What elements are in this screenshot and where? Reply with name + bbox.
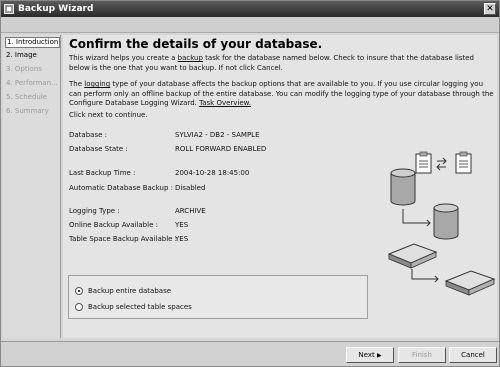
backup-database-icon	[433, 203, 459, 240]
step-summary: 6. Summary	[6, 107, 49, 115]
database-value: SYLVIA2 - DB2 - SAMPLE	[175, 131, 260, 139]
finish-button: Finish	[398, 347, 446, 363]
title-bar[interactable]: Backup Wizard ✕	[1, 1, 499, 17]
arrow-icon	[402, 209, 431, 227]
backup-illustration	[387, 151, 496, 296]
backup-selected-option[interactable]: Backup selected table spaces	[75, 301, 192, 313]
window-title: Backup Wizard	[18, 4, 94, 14]
sync-arrows-icon	[436, 157, 447, 171]
task-overview-link[interactable]: Task Overview.	[199, 99, 251, 107]
backup-link[interactable]: backup	[178, 54, 203, 62]
page-title: Confirm the details of your database.	[69, 37, 323, 51]
logging-link[interactable]: logging	[84, 80, 110, 88]
cancel-button[interactable]: Cancel	[449, 347, 497, 363]
database-state-label: Database State :	[69, 145, 128, 153]
step-image[interactable]: 2. Image	[5, 50, 60, 61]
step-schedule: 5. Schedule	[6, 93, 48, 101]
database-label: Database :	[69, 131, 107, 139]
last-backup-value: 2004-10-28 18:45:00	[175, 169, 250, 177]
database-state-value: ROLL FORWARD ENABLED	[175, 145, 267, 153]
tablespace-backup-label: Table Space Backup Available :	[69, 235, 178, 243]
next-button-label: Next	[358, 351, 375, 359]
intro-paragraph: This wizard helps you create a backup ta…	[69, 54, 495, 73]
database-icon	[390, 168, 416, 206]
online-backup-value: YES	[175, 221, 189, 229]
backup-selected-radio[interactable]	[75, 303, 83, 311]
logging-type-label: Logging Type :	[69, 207, 120, 215]
arrow-icon	[411, 269, 439, 283]
logging-text-start: The	[69, 80, 85, 88]
intro-text-start: This wizard helps you create a	[69, 54, 178, 62]
backup-selected-label[interactable]: Backup selected table spaces	[88, 301, 192, 313]
clipboard-icon	[455, 151, 472, 174]
wizard-steps-panel: 1. Introduction 2. Image 3. Options 4. P…	[3, 35, 61, 338]
next-arrow-icon: ▶	[376, 352, 382, 359]
header-strip	[1, 17, 499, 33]
app-icon	[4, 4, 14, 14]
step-performance: 4. Performan...	[6, 79, 58, 87]
step-introduction[interactable]: 1. Introduction	[5, 37, 60, 48]
backup-entire-option[interactable]: Backup entire database	[75, 285, 171, 297]
clipboard-icon	[415, 151, 432, 174]
media-tray-icon	[387, 243, 438, 269]
step-options: 3. Options	[6, 65, 42, 73]
online-backup-label: Online Backup Available :	[69, 221, 158, 229]
continue-instruction: Click next to continue.	[69, 111, 148, 119]
backup-entire-radio[interactable]	[75, 287, 83, 295]
media-tray-icon	[444, 270, 496, 296]
button-bar: Next ▶ Finish Cancel	[1, 341, 499, 366]
backup-entire-label[interactable]: Backup entire database	[88, 285, 171, 297]
logging-text-end: type of your database affects the backup…	[69, 80, 494, 107]
last-backup-label: Last Backup Time :	[69, 169, 136, 177]
tablespace-backup-value: YES	[175, 235, 189, 243]
backup-wizard-window: Backup Wizard ✕ 1. Introduction 2. Image…	[0, 0, 500, 367]
next-button[interactable]: Next ▶	[346, 347, 394, 363]
logging-paragraph: The logging type of your database affect…	[69, 80, 495, 109]
logging-type-value: ARCHIVE	[175, 207, 206, 215]
close-icon[interactable]: ✕	[484, 3, 496, 15]
auto-backup-label: Automatic Database Backup :	[69, 184, 173, 192]
auto-backup-value: Disabled	[175, 184, 206, 192]
backup-scope-group: Backup entire database Backup selected t…	[68, 275, 368, 319]
